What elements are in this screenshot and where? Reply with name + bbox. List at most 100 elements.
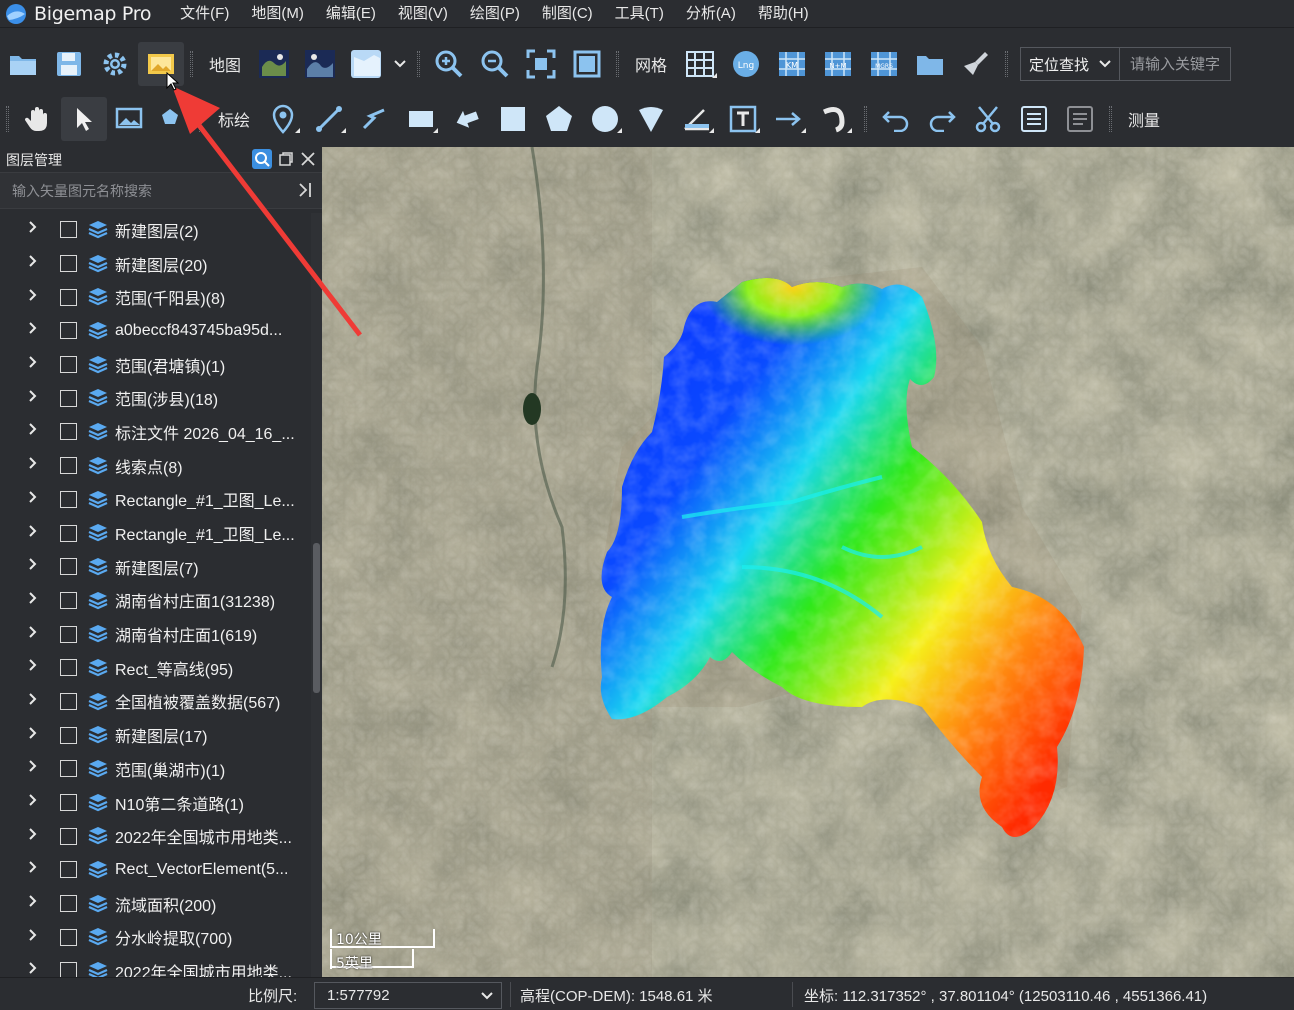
sector-tool-button[interactable] <box>628 97 674 141</box>
square-tool-button[interactable] <box>490 97 536 141</box>
layer-row[interactable]: 湖南省村庄面1(31238) <box>0 584 310 618</box>
layer-visibility-checkbox[interactable] <box>60 625 77 643</box>
layer-row[interactable]: 线索点(8) <box>0 449 310 483</box>
layer-visibility-checkbox[interactable] <box>60 356 77 374</box>
expand-chevron-icon[interactable] <box>28 490 38 509</box>
layer-row[interactable]: 新建图层(17) <box>0 718 310 752</box>
layer-row[interactable]: 分水岭提取(700) <box>0 920 310 954</box>
expand-chevron-icon[interactable] <box>28 422 38 441</box>
layer-visibility-checkbox[interactable] <box>60 928 77 946</box>
layer-visibility-checkbox[interactable] <box>60 895 77 913</box>
zoom-to-fit-button[interactable] <box>518 42 564 86</box>
layer-list-button[interactable] <box>1057 97 1103 141</box>
expand-chevron-icon[interactable] <box>28 961 38 977</box>
layer-row[interactable]: 范围(涉县)(18) <box>0 381 310 415</box>
expand-chevron-icon[interactable] <box>28 355 38 374</box>
full-extent-button[interactable] <box>564 42 610 86</box>
layer-visibility-checkbox[interactable] <box>60 221 77 239</box>
layer-visibility-checkbox[interactable] <box>60 524 77 542</box>
settings-button[interactable] <box>92 42 138 86</box>
pan-button[interactable] <box>15 97 61 141</box>
map-dropdown-button[interactable] <box>389 42 411 86</box>
open-folder-button[interactable] <box>0 42 46 86</box>
polygon-tool-button[interactable] <box>536 97 582 141</box>
menu-edit[interactable]: 编辑(E) <box>315 0 387 28</box>
expand-chevron-icon[interactable] <box>28 827 38 846</box>
expand-chevron-icon[interactable] <box>28 456 38 475</box>
keyword-search-input[interactable] <box>1120 55 1231 73</box>
layer-row[interactable]: Rectangle_#1_卫图_Le... <box>0 483 310 517</box>
curve-tool-button[interactable] <box>812 97 858 141</box>
expand-chevron-icon[interactable] <box>28 793 38 812</box>
lnglat-grid-button[interactable]: Lng <box>723 42 769 86</box>
expand-chevron-icon[interactable] <box>28 860 38 879</box>
expand-chevron-icon[interactable] <box>28 524 38 543</box>
expand-chevron-icon[interactable] <box>28 288 38 307</box>
arrow-shape-tool-button[interactable] <box>444 97 490 141</box>
layer-row[interactable]: N10第二条道路(1) <box>0 786 310 820</box>
expand-chevron-icon[interactable] <box>28 220 38 239</box>
layer-row[interactable]: Rectangle_#1_卫图_Le... <box>0 516 310 550</box>
circle-tool-button[interactable] <box>582 97 628 141</box>
undo-button[interactable] <box>873 97 919 141</box>
menu-tools[interactable]: 工具(T) <box>604 0 675 28</box>
grid-button[interactable] <box>677 42 723 86</box>
expand-chevron-icon[interactable] <box>28 557 38 576</box>
cut-button[interactable] <box>965 97 1011 141</box>
layer-row[interactable]: 新建图层(7) <box>0 550 310 584</box>
expand-chevron-icon[interactable] <box>28 321 38 340</box>
layer-visibility-checkbox[interactable] <box>60 659 77 677</box>
layer-row[interactable]: Rect_VectorElement(5... <box>0 853 310 887</box>
expand-chevron-icon[interactable] <box>28 759 38 778</box>
expand-chevron-icon[interactable] <box>28 726 38 745</box>
layer-visibility-checkbox[interactable] <box>60 962 77 977</box>
layer-visibility-checkbox[interactable] <box>60 423 77 441</box>
layer-row[interactable]: 流域面积(200) <box>0 887 310 921</box>
expand-chevron-icon[interactable] <box>28 928 38 947</box>
layer-visibility-checkbox[interactable] <box>60 558 77 576</box>
layer-visibility-checkbox[interactable] <box>60 794 77 812</box>
save-button[interactable] <box>46 42 92 86</box>
menu-cartography[interactable]: 制图(C) <box>531 0 604 28</box>
layer-visibility-checkbox[interactable] <box>60 490 77 508</box>
scale-select[interactable]: 1:577792 <box>314 982 502 1009</box>
layer-row[interactable]: 2022年全国城市用地类... <box>0 954 310 977</box>
layer-row[interactable]: 标注文件 2026_04_16_... <box>0 415 310 449</box>
expand-chevron-icon[interactable] <box>28 625 38 644</box>
expand-chevron-icon[interactable] <box>28 658 38 677</box>
layer-row[interactable]: 湖南省村庄面1(619) <box>0 617 310 651</box>
clear-grid-button[interactable] <box>953 42 999 86</box>
expand-chevron-icon[interactable] <box>28 389 38 408</box>
expand-chevron-icon[interactable] <box>28 894 38 913</box>
layer-visibility-checkbox[interactable] <box>60 389 77 407</box>
layer-row[interactable]: 范围(君塘镇)(1) <box>0 348 310 382</box>
attribute-list-button[interactable] <box>1011 97 1057 141</box>
expand-chevron-icon[interactable] <box>28 591 38 610</box>
layer-visibility-checkbox[interactable] <box>60 322 77 340</box>
angle-measure-button[interactable] <box>674 97 720 141</box>
layer-visibility-checkbox[interactable] <box>60 861 77 879</box>
layer-row[interactable]: 2022年全国城市用地类... <box>0 819 310 853</box>
menu-draw[interactable]: 绘图(P) <box>459 0 531 28</box>
layer-row[interactable]: 范围(巢湖市)(1) <box>0 752 310 786</box>
grid-folder-button[interactable] <box>907 42 953 86</box>
menu-map[interactable]: 地图(M) <box>240 0 315 28</box>
select-button[interactable] <box>61 97 107 141</box>
scrollbar-thumb[interactable] <box>313 543 320 693</box>
expand-chevron-icon[interactable] <box>28 254 38 273</box>
zoom-out-button[interactable] <box>472 42 518 86</box>
rectangle-tool-button[interactable] <box>398 97 444 141</box>
measure-label[interactable]: 测量 <box>1118 107 1170 131</box>
layer-visibility-checkbox[interactable] <box>60 255 77 273</box>
layer-visibility-checkbox[interactable] <box>60 288 77 306</box>
layer-row[interactable]: Rect_等高线(95) <box>0 651 310 685</box>
layer-visibility-checkbox[interactable] <box>60 760 77 778</box>
layer-visibility-checkbox[interactable] <box>60 692 77 710</box>
zoom-in-button[interactable] <box>426 42 472 86</box>
km-grid-button[interactable]: KM <box>769 42 815 86</box>
layer-row[interactable]: 全国植被覆盖数据(567) <box>0 685 310 719</box>
expand-chevron-icon[interactable] <box>28 692 38 711</box>
arrow-line-tool-button[interactable] <box>766 97 812 141</box>
layer-visibility-checkbox[interactable] <box>60 591 77 609</box>
layer-visibility-checkbox[interactable] <box>60 827 77 845</box>
